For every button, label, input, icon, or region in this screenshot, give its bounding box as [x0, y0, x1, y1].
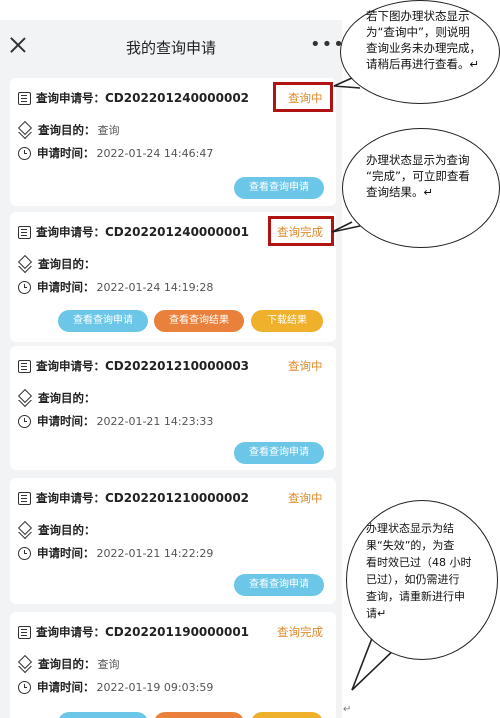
callout-text: 若下图办理状态显示 为“查询中”，则说明 查询业务未办理完成， 请稍后再进行查看…: [366, 8, 496, 72]
callout-line: 请↵: [366, 607, 387, 620]
callout-line: 请稍后再进行查看。↵: [366, 57, 480, 71]
return-mark: ↵: [343, 704, 352, 715]
callout-line: 查询结果。↵: [366, 185, 434, 199]
callout-line: 为“查询中”，则说明: [366, 25, 470, 39]
callout-line: 已过），如仍需进行: [366, 573, 460, 586]
callout-line: “完成”，可立即查看: [366, 169, 470, 183]
callout-text: 办理状态显示为结 果“失效”的，为查 看时效已过（48 小时 已过），如仍需进行…: [366, 520, 490, 622]
callout-line: 看时效已过（48 小时: [366, 556, 472, 569]
callout-line: 若下图办理状态显示: [366, 9, 470, 23]
callout-line: 果“失效”的，为查: [366, 539, 455, 552]
callout-line: 办理状态显示为结: [366, 522, 454, 535]
callout-line: 办理状态显示为查询: [366, 153, 470, 167]
callout-line: 查询业务未办理完成，: [366, 41, 481, 55]
callout-text: 办理状态显示为查询 “完成”，可立即查看 查询结果。↵: [366, 152, 496, 200]
callout-line: 查询，请重新进行申: [366, 590, 465, 603]
